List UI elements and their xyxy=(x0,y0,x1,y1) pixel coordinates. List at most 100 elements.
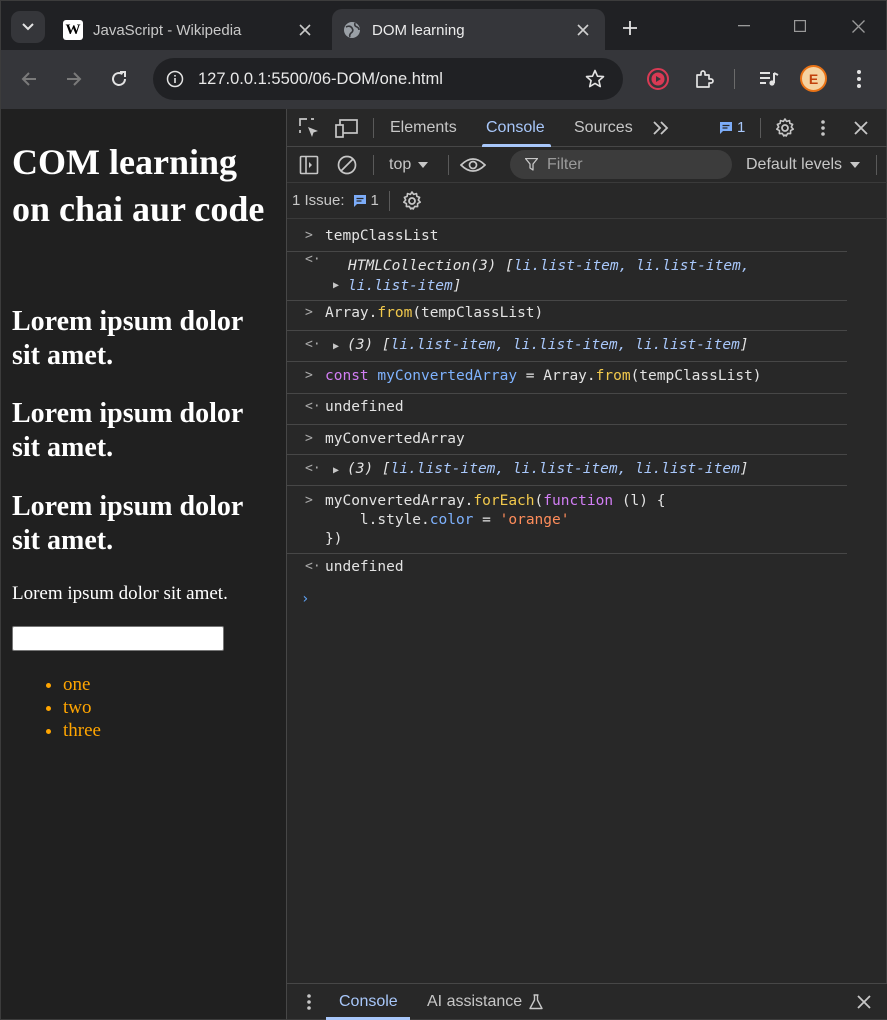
tab-sources[interactable]: Sources xyxy=(574,109,633,147)
filter-icon xyxy=(525,158,538,171)
console-result-row: <· undefined xyxy=(305,559,404,575)
url-text: 127.0.0.1:5500/06-DOM/one.html xyxy=(198,69,443,88)
divider xyxy=(388,190,390,211)
result-arrow-icon: <· xyxy=(305,252,321,267)
media-controls-button[interactable] xyxy=(753,63,785,95)
list-item: three xyxy=(63,719,101,742)
console-result-row[interactable]: <· ▶ (3) [li.list-item, li.list-item, li.… xyxy=(287,455,847,486)
close-icon xyxy=(851,19,865,33)
expand-triangle-icon[interactable]: ▶ xyxy=(333,341,347,352)
console-input-row: > const myConvertedArray = Array.from(te… xyxy=(287,362,847,394)
puzzle-icon xyxy=(696,70,714,88)
extensions-button[interactable] xyxy=(688,63,720,95)
profile-avatar[interactable]: E xyxy=(800,65,827,92)
issues-settings-gear-icon[interactable] xyxy=(402,190,422,211)
close-devtools-icon[interactable] xyxy=(847,114,875,142)
devtools-tabbar: Elements Console Sources 1 xyxy=(287,109,887,147)
list-item: one xyxy=(63,673,101,696)
result-arrow-icon: <· xyxy=(305,399,321,414)
back-button[interactable] xyxy=(13,63,45,95)
dropdown-arrow-icon xyxy=(418,162,429,168)
dropdown-arrow-icon xyxy=(850,162,861,168)
media-queue-icon xyxy=(760,72,779,86)
issues-label: 1 Issue: xyxy=(292,192,345,209)
sidebar-toggle-icon[interactable] xyxy=(295,151,323,179)
site-info-icon[interactable] xyxy=(162,66,188,92)
divider xyxy=(373,155,374,175)
plus-icon xyxy=(623,21,637,35)
input-chevron-icon: > xyxy=(305,228,313,243)
device-toolbar-icon[interactable] xyxy=(333,114,361,142)
divider xyxy=(448,155,449,175)
maximize-icon xyxy=(794,20,806,32)
tab-console[interactable]: Console xyxy=(482,109,551,147)
extension-record-button[interactable] xyxy=(642,63,674,95)
reload-icon xyxy=(112,71,126,86)
minimize-button[interactable] xyxy=(721,9,767,43)
window-close-button[interactable] xyxy=(835,9,881,43)
tab-wikipedia[interactable]: W JavaScript - Wikipedia xyxy=(53,9,327,51)
inspect-element-icon[interactable] xyxy=(295,114,323,142)
devtools-drawer: Console AI assistance xyxy=(287,983,887,1020)
expand-triangle-icon[interactable]: ▶ xyxy=(333,465,347,476)
maximize-button[interactable] xyxy=(777,9,823,43)
close-icon[interactable] xyxy=(571,18,595,42)
drawer-tab-console[interactable]: Console xyxy=(326,984,410,1020)
message-icon xyxy=(720,121,732,134)
console-result-row: <· undefined xyxy=(287,394,847,425)
live-expression-eye-icon[interactable] xyxy=(459,151,487,179)
arrow-right-icon xyxy=(67,72,82,86)
clear-console-icon[interactable] xyxy=(333,151,361,179)
new-tab-button[interactable] xyxy=(616,14,644,42)
drawer-tab-ai-assistance[interactable]: AI assistance xyxy=(427,984,543,1020)
divider xyxy=(373,118,374,138)
tab-elements[interactable]: Elements xyxy=(390,109,457,147)
console-input-row: > myConvertedArray.forEach(function (l) … xyxy=(287,486,847,554)
record-extension-icon xyxy=(647,68,669,90)
reload-button[interactable] xyxy=(103,63,135,95)
log-levels-dropdown[interactable]: Default levels xyxy=(746,151,861,179)
tab-dom-learning[interactable]: DOM learning xyxy=(332,9,605,51)
issues-bar: 1 Issue: 1 xyxy=(287,183,887,219)
drawer-menu-icon[interactable] xyxy=(295,988,323,1016)
flask-icon xyxy=(529,994,543,1010)
subheading: Lorem ipsum dolor sit amet. xyxy=(12,491,243,556)
more-tabs-icon[interactable] xyxy=(647,114,675,142)
arrow-left-icon xyxy=(21,72,36,86)
close-drawer-icon[interactable] xyxy=(850,988,878,1016)
result-arrow-icon: <· xyxy=(305,559,321,574)
close-icon[interactable] xyxy=(293,18,317,42)
settings-gear-icon[interactable] xyxy=(771,114,799,142)
subheading: Lorem ipsum dolor sit amet. xyxy=(12,306,243,371)
tab-strip: W JavaScript - Wikipedia DOM learning xyxy=(0,0,887,51)
tab-search-button[interactable] xyxy=(11,11,45,43)
globe-icon xyxy=(342,20,362,40)
console-prompt-input[interactable]: › xyxy=(301,591,847,621)
console-result-row[interactable]: <· ▶ (3) [li.list-item, li.list-item, li.… xyxy=(287,331,847,362)
bookmark-star-icon[interactable] xyxy=(580,64,610,94)
devtools-menu-icon[interactable] xyxy=(809,114,837,142)
console-input-row: > tempClassList xyxy=(287,228,847,252)
devtools-panel: Elements Console Sources 1 top Filter De… xyxy=(286,109,887,1020)
result-arrow-icon: <· xyxy=(305,461,321,476)
browser-toolbar: 127.0.0.1:5500/06-DOM/one.html xyxy=(0,50,887,109)
issues-badge[interactable]: 1 xyxy=(719,119,745,136)
console-filter-input[interactable]: Filter xyxy=(510,150,732,179)
subheading: Lorem ipsum dolor sit amet. xyxy=(12,398,243,463)
console-toolbar: top Filter Default levels xyxy=(287,147,887,183)
issues-count-link[interactable]: 1 xyxy=(353,192,379,209)
more-vertical-icon xyxy=(857,70,861,88)
expand-triangle-icon[interactable]: ▶ xyxy=(333,280,347,291)
input-chevron-icon: > xyxy=(305,305,313,320)
address-bar[interactable]: 127.0.0.1:5500/06-DOM/one.html xyxy=(153,58,623,100)
list-item: two xyxy=(63,696,101,719)
item-list: one two three xyxy=(41,673,101,742)
input-chevron-icon: > xyxy=(305,368,313,383)
result-arrow-icon: <· xyxy=(305,337,321,352)
forward-button[interactable] xyxy=(58,63,90,95)
browser-menu-button[interactable] xyxy=(843,63,875,95)
page-viewport: COM learning on chai aur code Lorem ipsu… xyxy=(0,109,286,1020)
console-result-row[interactable]: <· HTMLCollection(3) [li.list-item, li.l… xyxy=(287,252,847,301)
text-input[interactable] xyxy=(12,626,224,651)
context-selector[interactable]: top xyxy=(389,151,429,179)
